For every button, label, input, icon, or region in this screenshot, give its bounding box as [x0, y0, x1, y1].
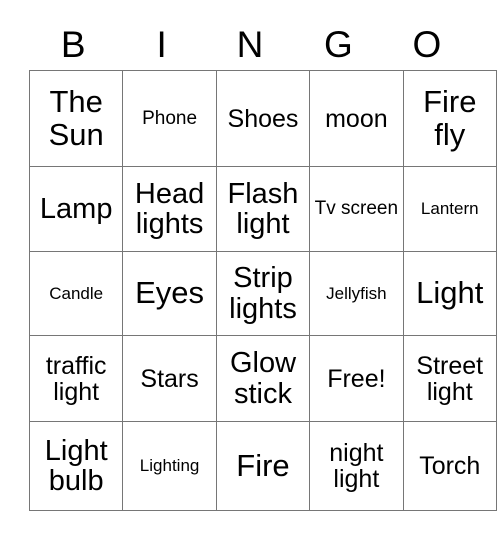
bingo-cell[interactable]: Flash light: [215, 166, 311, 252]
bingo-cell-label: Jellyfish: [326, 283, 387, 303]
bingo-cell[interactable]: Shoes: [215, 70, 311, 167]
bingo-cell[interactable]: Torch: [402, 421, 497, 511]
bingo-cell-label: Free!: [327, 364, 386, 393]
bingo-cell-label: Shoes: [227, 104, 299, 133]
bingo-cell[interactable]: The Sun: [28, 70, 124, 167]
bingo-cell-label: Candle: [49, 283, 104, 303]
bingo-header-letter-n: N: [236, 23, 264, 65]
bingo-cell[interactable]: Tv screen: [309, 166, 404, 252]
bingo-cell[interactable]: Strip lights: [215, 251, 311, 336]
bingo-cell[interactable]: Phone: [122, 70, 217, 167]
bingo-cell-label: Light bulb: [44, 434, 108, 497]
bingo-cell-label: The Sun: [48, 84, 104, 152]
bingo-cell[interactable]: Jellyfish: [309, 251, 404, 336]
bingo-cell[interactable]: Light: [402, 251, 497, 336]
bingo-header-letter-b: B: [60, 23, 86, 65]
bingo-row: Candle Eyes Strip lights Jellyfish Light: [28, 251, 497, 336]
bingo-cell[interactable]: traffic light: [28, 335, 124, 422]
bingo-cell-label: Tv screen: [314, 198, 399, 220]
bingo-header-letter-g: G: [324, 23, 353, 65]
bingo-cell-label: Fire fly: [423, 84, 477, 152]
bingo-cell[interactable]: night light: [309, 421, 404, 511]
bingo-cell[interactable]: Eyes: [122, 251, 217, 336]
bingo-cell[interactable]: Light bulb: [28, 421, 124, 511]
bingo-cell[interactable]: Lantern: [402, 166, 497, 252]
bingo-cell[interactable]: Stars: [122, 335, 217, 422]
bingo-cell[interactable]: Fire fly: [402, 70, 497, 167]
bingo-cell-label: Street light: [416, 351, 484, 406]
bingo-cell-label: Torch: [419, 452, 481, 480]
bingo-cell-label: Flash light: [227, 177, 299, 240]
bingo-cell-label: Strip lights: [229, 262, 297, 325]
bingo-grid: The Sun Phone Shoes moon Fire fly Lamp H…: [28, 70, 497, 511]
bingo-cell-label: moon: [325, 104, 388, 133]
bingo-cell-label: Phone: [142, 107, 198, 129]
bingo-cell-label: Stars: [140, 364, 199, 393]
bingo-row: The Sun Phone Shoes moon Fire fly: [28, 70, 497, 167]
bingo-cell-label: Glow stick: [229, 347, 297, 410]
bingo-cell[interactable]: moon: [309, 70, 404, 167]
bingo-header-letter-i: I: [156, 23, 167, 65]
bingo-cell-label: Lamp: [39, 192, 113, 225]
bingo-header-letter-o: O: [412, 23, 442, 65]
bingo-cell-label: Lantern: [420, 199, 479, 219]
bingo-cell[interactable]: Glow stick: [215, 335, 311, 422]
bingo-cell[interactable]: Lamp: [28, 166, 124, 252]
bingo-cell-label: night light: [329, 439, 384, 493]
bingo-cell-label: Light: [416, 275, 484, 311]
bingo-cell-label: Fire: [236, 447, 290, 483]
bingo-header-row: B I N G O: [29, 18, 471, 70]
bingo-cell-label: traffic light: [45, 351, 107, 406]
bingo-cell[interactable]: Head lights: [122, 166, 217, 252]
bingo-row: Light bulb Lighting Fire night light Tor…: [28, 421, 497, 511]
bingo-cell-label: Head lights: [134, 177, 205, 240]
bingo-cell[interactable]: Lighting: [122, 421, 217, 511]
bingo-row: traffic light Stars Glow stick Free! Str…: [28, 335, 497, 422]
bingo-cell[interactable]: Fire: [215, 421, 311, 511]
bingo-cell-label: Lighting: [139, 456, 200, 476]
bingo-cell[interactable]: Street light: [402, 335, 497, 422]
bingo-cell-label: Eyes: [135, 275, 205, 311]
bingo-cell[interactable]: Candle: [28, 251, 124, 336]
bingo-card: B I N G O The Sun Phone Shoes moon Fire …: [28, 18, 497, 511]
bingo-row: Lamp Head lights Flash light Tv screen L…: [28, 166, 497, 252]
bingo-cell-free[interactable]: Free!: [309, 335, 404, 422]
